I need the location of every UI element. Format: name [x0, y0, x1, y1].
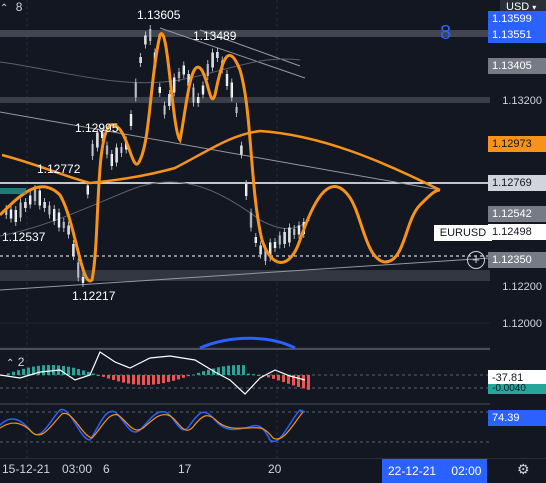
start-time: 03:00 — [62, 462, 93, 476]
pane-number: 2 — [17, 355, 25, 369]
macd-bar — [237, 365, 240, 375]
macd-bar — [157, 375, 160, 384]
macd-bar — [72, 367, 75, 375]
macd-bar — [107, 375, 110, 379]
macd-bar — [122, 375, 125, 383]
price-annotation: 1.12995 — [75, 121, 119, 135]
macd-bar — [162, 375, 165, 384]
price-tick: 1.12200 — [502, 281, 542, 293]
price-tag: 1.12350 — [488, 252, 546, 268]
collapse-chevron-icon[interactable]: ⌃ — [0, 3, 8, 14]
price-tick: 1.13200 — [502, 95, 542, 107]
pane-header[interactable]: ⌃ 8 — [0, 0, 22, 14]
macd-bar — [17, 370, 20, 375]
support-band — [0, 270, 490, 281]
macd-bar — [112, 375, 115, 381]
macd-histogram — [2, 365, 310, 390]
macd-bar — [177, 375, 180, 380]
macd-bar — [167, 375, 170, 383]
macd-bar — [267, 375, 270, 378]
macd-bar — [172, 375, 175, 381]
macd-bar — [42, 365, 45, 375]
price-tag: 1.13551 — [488, 27, 546, 43]
resistance-band — [0, 30, 490, 37]
time-tick: 6 — [103, 462, 110, 476]
macd-bar — [232, 365, 235, 375]
end-date-box: 22-12-21 02:00 — [382, 459, 488, 483]
macd-bar — [282, 375, 285, 383]
time-tick: 17 — [178, 462, 192, 476]
macd-bar — [67, 366, 70, 375]
macd-bar — [182, 375, 185, 378]
macd-bar — [102, 375, 105, 377]
price-annotation: 1.12537 — [2, 230, 46, 244]
macd-bar — [132, 375, 135, 385]
macd-bar — [77, 369, 80, 375]
trend-line[interactable] — [0, 111, 441, 191]
end-time: 02:00 — [451, 464, 482, 478]
infinity-icon[interactable]: 8 — [440, 22, 451, 45]
macd-bar — [207, 369, 210, 375]
macd-bar — [297, 375, 300, 387]
price-annotation: 1.12772 — [37, 162, 81, 176]
moving-average-line — [1, 129, 441, 192]
macd-bar — [92, 373, 95, 375]
symbol-tag: EURUSD — [434, 225, 492, 241]
macd-bar — [142, 375, 145, 385]
indicator-pane-header[interactable]: ⌃ 2 — [6, 355, 24, 369]
price-tag: 1.12498 — [488, 224, 546, 240]
macd-bar — [27, 367, 30, 375]
macd-bar — [82, 370, 85, 375]
price-tag: 1.12973 — [488, 136, 546, 152]
macd-bar — [252, 374, 255, 376]
macd-bar — [197, 372, 200, 375]
time-axis[interactable]: 15-12-21 03:00 6 17 20 22-12-21 02:00 ⚙ — [0, 458, 546, 483]
macd-bar — [127, 375, 130, 384]
oscillator-value-tag: 74.39 — [488, 410, 546, 426]
macd-bar — [247, 373, 250, 375]
macd-bar — [12, 371, 15, 375]
price-tag: 1.13405 — [488, 58, 546, 74]
macd-bar — [47, 365, 50, 375]
low-annotation: 1.12217 — [72, 289, 116, 303]
macd-bar — [37, 365, 40, 375]
start-date: 15-12-21 — [2, 462, 51, 476]
chart-canvas[interactable] — [0, 0, 546, 482]
macd-bar — [7, 373, 10, 375]
plus-circle-icon[interactable]: + — [467, 251, 485, 269]
macd-bar — [242, 365, 245, 375]
price-tick: 1.12000 — [502, 318, 542, 330]
macd-bar — [147, 375, 150, 385]
price-tag: 1.13599 — [488, 11, 546, 27]
oscillating-curve — [0, 32, 441, 283]
macd-bar — [137, 375, 140, 385]
macd-bar — [187, 375, 190, 377]
macd-bar — [222, 366, 225, 375]
macd-bar — [202, 371, 205, 375]
collapse-chevron-icon[interactable]: ⌃ — [6, 358, 14, 369]
macd-bar — [97, 375, 100, 376]
gear-icon[interactable]: ⚙ — [517, 461, 530, 478]
macd-bar — [257, 375, 260, 376]
price-tag: 1.12769 — [488, 175, 546, 191]
macd-value-tag: -0.0040 — [488, 384, 546, 394]
macd-bar — [277, 375, 280, 381]
macd-bar — [272, 375, 275, 379]
oscillator-line — [0, 409, 306, 443]
macd-bar — [307, 375, 310, 390]
macd-bar — [22, 368, 25, 375]
macd-bar — [152, 375, 155, 385]
high-annotation: 1.13605 — [137, 8, 181, 22]
macd-bar — [117, 375, 120, 382]
macd-bar — [227, 365, 230, 375]
pane-number: 8 — [15, 0, 23, 14]
end-date: 22-12-21 — [388, 464, 437, 478]
time-tick: 20 — [268, 462, 282, 476]
price-annotation: 1.13489 — [193, 29, 237, 43]
macd-bar — [192, 374, 195, 376]
macd-bar — [302, 375, 305, 389]
price-tag: 1.12542 — [488, 206, 546, 222]
